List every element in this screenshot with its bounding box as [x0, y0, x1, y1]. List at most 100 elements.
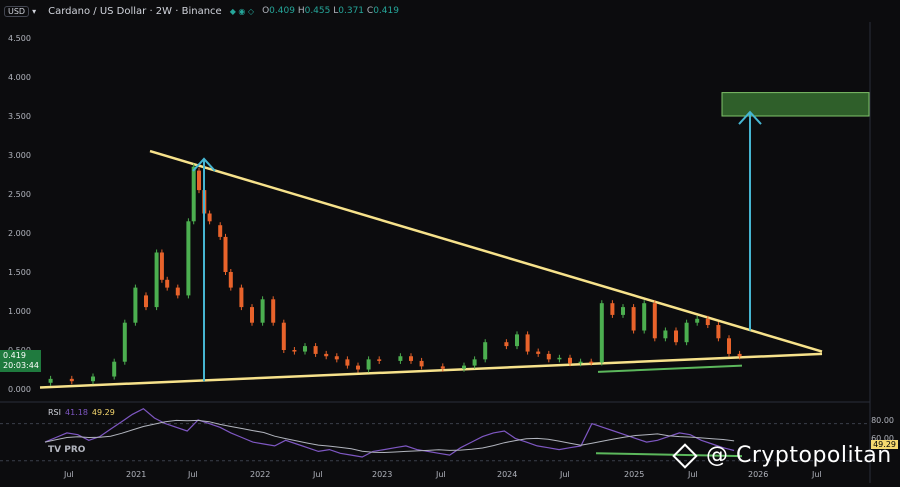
- time-axis-tick: Jul: [811, 470, 822, 479]
- ohlc-readout: O0.409 H0.455 L0.371 C0.419: [262, 6, 399, 16]
- candle-body: [483, 342, 488, 360]
- candle-body: [250, 307, 254, 323]
- current-price-badge: 0.419 20:03:44: [0, 350, 41, 372]
- watermark: @ Cryptopolitan: [672, 442, 892, 469]
- candle-body: [292, 350, 297, 352]
- price-axis-tick: 0.000: [8, 385, 31, 394]
- candle-body: [281, 322, 286, 350]
- time-axis-tick: Jul: [187, 470, 198, 479]
- candle-body: [727, 338, 731, 354]
- candle-body: [271, 299, 276, 323]
- candle-body: [122, 322, 127, 362]
- rsi-header: RSI 41.18 49.29: [48, 408, 115, 417]
- time-axis-tick: Jul: [687, 470, 698, 479]
- tradingview-logo[interactable]: TV PRO: [48, 445, 85, 455]
- candle-body: [191, 166, 196, 222]
- candle-body: [642, 303, 647, 331]
- candle-body: [589, 361, 594, 364]
- price-axis-tick: 2.000: [8, 229, 31, 238]
- price-axis-tick: 1.500: [8, 268, 31, 277]
- rsi-ma-line: [44, 419, 735, 454]
- price-axis-tick: 3.500: [8, 112, 31, 121]
- candle-body: [356, 365, 360, 370]
- divergence-line: [597, 364, 743, 373]
- status-dot-icon: ◆ ◉ ◇: [229, 6, 255, 16]
- time-axis-tick: 2025: [624, 470, 644, 479]
- candle-body: [621, 307, 625, 315]
- candle-body: [303, 346, 307, 352]
- candle-body: [334, 356, 339, 360]
- price-axis-tick: 4.000: [8, 73, 31, 82]
- candle-body: [536, 351, 541, 354]
- candle-body: [91, 376, 95, 382]
- candle-body: [674, 330, 678, 343]
- triangle-lower-trendline: [39, 352, 823, 389]
- time-axis-tick: Jul: [312, 470, 323, 479]
- price-axis-tick: 4.500: [8, 34, 31, 43]
- candle-body: [568, 357, 572, 364]
- candle-body: [705, 318, 710, 326]
- candle-body: [175, 287, 180, 296]
- candle-body: [324, 353, 329, 357]
- candle-body: [419, 360, 424, 367]
- symbol-title: Cardano / US Dollar · 2W · Binance: [48, 5, 222, 17]
- candle-body: [313, 346, 318, 354]
- candle-body: [398, 356, 403, 361]
- candle-body: [695, 318, 700, 323]
- candle-body: [144, 295, 148, 308]
- binance-logo-icon: [672, 442, 698, 469]
- time-axis-tick: Jul: [63, 470, 74, 479]
- candle-body: [462, 365, 466, 369]
- candle-body: [652, 303, 657, 339]
- candle-body: [154, 252, 159, 308]
- candle-body: [409, 356, 413, 361]
- candle-body: [515, 334, 519, 347]
- candle-body: [546, 353, 551, 360]
- candle-body: [504, 342, 509, 347]
- candle-body: [684, 322, 689, 343]
- candle-body: [599, 303, 604, 363]
- chevron-down-icon[interactable]: ▾: [32, 7, 36, 16]
- target-zone-box: [721, 92, 870, 117]
- candle-body: [525, 334, 530, 352]
- time-axis-tick: 2026: [748, 470, 768, 479]
- candle-body: [260, 299, 265, 323]
- candle-body: [472, 359, 477, 366]
- chart-header: USD ▾ Cardano / US Dollar · 2W · Binance…: [0, 0, 900, 22]
- candle-body: [197, 170, 201, 191]
- time-axis-tick: 2024: [497, 470, 517, 479]
- time-axis-tick: 2023: [372, 470, 392, 479]
- candle-body: [377, 359, 382, 361]
- candle-body: [578, 361, 583, 364]
- candle-body: [631, 307, 636, 331]
- candle-body: [69, 378, 74, 382]
- price-axis-tick: 2.500: [8, 190, 31, 199]
- price-axis-tick: 1.000: [8, 307, 31, 316]
- candle-body: [48, 378, 53, 383]
- candle-body: [557, 357, 562, 360]
- candle-body: [345, 359, 350, 366]
- currency-chip[interactable]: USD: [4, 5, 30, 17]
- price-chart-svg: 4.500 4.000 3.500 3.000 2.500 2.000 1.500 1.000…: [0, 22, 871, 483]
- candle-body: [218, 225, 223, 237]
- candle-body: [228, 272, 233, 288]
- candle-body: [159, 252, 164, 280]
- chart-area[interactable]: 4.500 4.000 3.500 3.000 2.500 2.000 1.500 1.000…: [0, 0, 900, 483]
- candle-body: [223, 236, 228, 272]
- candle-body: [112, 361, 117, 377]
- candle-body: [207, 213, 212, 222]
- candle-body: [737, 353, 742, 357]
- candle-body: [186, 221, 191, 296]
- candle-body: [716, 325, 721, 339]
- rsi-level-80: 80.00: [871, 416, 894, 425]
- time-axis-tick: 2022: [250, 470, 270, 479]
- candle-body: [663, 330, 668, 339]
- candle-body: [239, 287, 244, 308]
- candle-body: [440, 366, 445, 369]
- candle-body: [165, 279, 170, 288]
- candle-body: [133, 287, 138, 323]
- price-axis-tick: 3.000: [8, 151, 31, 160]
- rsi-line: [44, 407, 735, 458]
- time-axis-tick: Jul: [435, 470, 446, 479]
- time-axis-tick: Jul: [559, 470, 570, 479]
